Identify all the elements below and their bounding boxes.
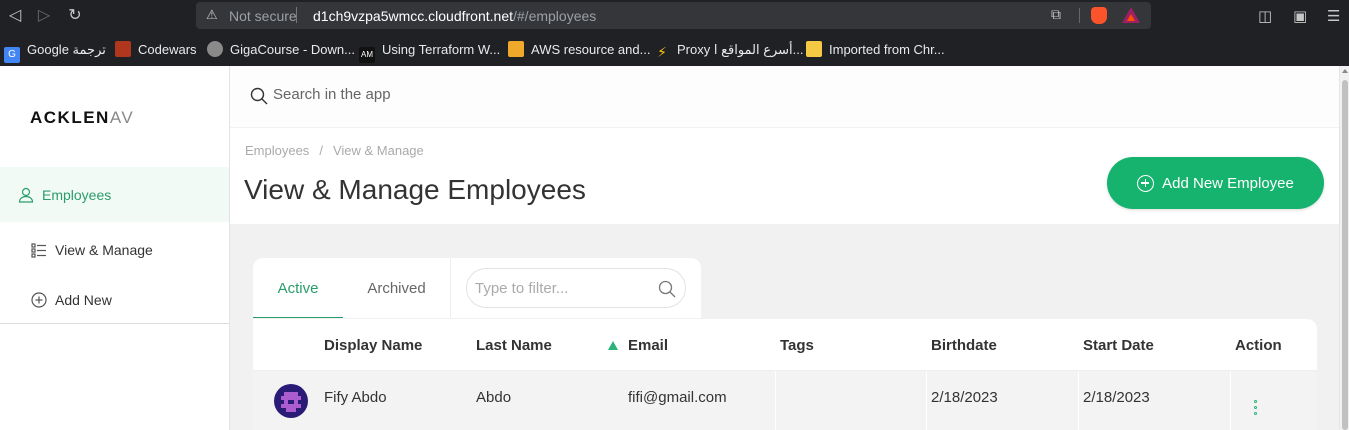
address-bar[interactable]: ⚠ Not secure d1ch9vzpa5wmcc.cloudfront.n… [196, 2, 1151, 29]
table-header: Display Name Last Name Email Tags Birthd… [253, 319, 1317, 371]
breadcrumb-current: View & Manage [332, 143, 424, 158]
back-icon[interactable]: ◁ [5, 6, 25, 26]
am-icon: AM [359, 47, 375, 63]
column-divider [775, 371, 776, 430]
bookmarks-bar: G Google ترجمة Codewars GigaCourse - Down… [0, 33, 1349, 66]
menu-icon[interactable]: ☰ [1327, 7, 1340, 25]
list-icon [30, 241, 48, 259]
warning-icon: ⚠ [206, 7, 218, 22]
sidebar-item-employees[interactable]: Employees [0, 167, 229, 222]
url-text[interactable]: d1ch9vzpa5wmcc.cloudfront.net/#/employee… [313, 8, 596, 24]
tab-archived[interactable]: Archived [343, 258, 450, 318]
page-header: Search in the app Employees / View & Manag… [230, 66, 1339, 224]
add-new-employee-button[interactable]: Add New Employee [1107, 157, 1324, 209]
cell-email: fifi@gmail.com [628, 389, 727, 406]
app-root: ACKLENAV Employees View & Manage Add New [0, 66, 1349, 430]
codewars-icon [115, 41, 131, 57]
search-bar[interactable]: Search in the app [230, 66, 1339, 128]
column-header-action: Action [1235, 337, 1282, 354]
user-icon [17, 186, 35, 204]
lightning-icon: ⚡ [657, 44, 667, 60]
sort-asc-icon[interactable] [608, 341, 618, 350]
search-icon [658, 280, 676, 303]
filter-input[interactable]: Type to filter... [466, 268, 686, 308]
column-header-birthdate[interactable]: Birthdate [931, 337, 997, 354]
table-row[interactable]: Fify Abdo Abdo fifi@gmail.com 2/18/2023 … [253, 371, 1317, 430]
scroll-thumb[interactable] [1342, 80, 1348, 430]
folder-icon [806, 41, 822, 57]
bookmark-google-translate[interactable]: G Google ترجمة [4, 41, 106, 63]
tabs-card: Active Archived Type to filter... [253, 258, 701, 318]
column-divider [926, 371, 927, 430]
bookmark-codewars[interactable]: Codewars [115, 41, 197, 59]
column-header-tags[interactable]: Tags [780, 337, 814, 354]
column-divider [1078, 371, 1079, 430]
aws-cube-icon [508, 41, 524, 57]
sidebar-item-view-manage[interactable]: View & Manage [0, 222, 229, 277]
bookmark-gigacourse[interactable]: GigaCourse - Down... [207, 41, 355, 59]
share-icon[interactable]: ⧉ [1051, 6, 1061, 23]
column-header-email[interactable]: Email [628, 337, 668, 354]
wallet-icon[interactable]: ▣ [1293, 7, 1307, 25]
breadcrumb: Employees / View & Manage [245, 143, 424, 158]
avatar [274, 384, 308, 418]
brave-rewards-icon[interactable] [1122, 7, 1140, 23]
urlbar-divider [1079, 8, 1080, 23]
tab-separator [450, 258, 451, 318]
cell-last-name: Abdo [476, 389, 512, 406]
search-icon [250, 87, 268, 110]
scroll-up-icon[interactable] [1342, 69, 1348, 73]
sidebar-item-label: Employees [42, 186, 112, 203]
sidebar-item-label: View & Manage [55, 241, 153, 258]
employees-table: Display Name Last Name Email Tags Birthd… [253, 319, 1317, 430]
column-divider [1230, 371, 1231, 430]
column-header-last-name[interactable]: Last Name [476, 337, 552, 354]
gigacourse-icon [207, 41, 223, 57]
sidebar-toggle-icon[interactable]: ◫ [1258, 7, 1272, 25]
row-actions-icon[interactable] [1254, 400, 1258, 415]
breadcrumb-root[interactable]: Employees [245, 143, 309, 158]
acklen-logo[interactable]: ACKLENAV [30, 108, 134, 128]
not-secure-label: Not secure [229, 8, 297, 24]
bookmark-proxy[interactable]: ⚡ Proxy أسرع المواقع ا... [654, 41, 803, 60]
sidebar: ACKLENAV Employees View & Manage Add New [0, 66, 230, 430]
brave-shield-icon[interactable] [1091, 7, 1107, 24]
sidebar-item-label: Add New [55, 291, 112, 308]
reload-icon[interactable]: ↻ [65, 6, 85, 26]
scrollbar[interactable] [1339, 66, 1349, 430]
sidebar-divider [0, 323, 229, 324]
bookmark-aws[interactable]: AWS resource and... [508, 41, 650, 59]
forward-icon[interactable]: ▷ [34, 6, 54, 26]
tab-active[interactable]: Active [253, 258, 343, 318]
column-header-start-date[interactable]: Start Date [1083, 337, 1154, 354]
column-header-display-name[interactable]: Display Name [324, 337, 422, 354]
url-separator [296, 7, 297, 23]
cell-start-date: 2/18/2023 [1083, 389, 1150, 406]
bookmark-imported[interactable]: Imported from Chr... [806, 41, 945, 59]
cell-display-name: Fify Abdo [324, 389, 387, 406]
browser-toolbar: ◁ ▷ ↻ ⚠ Not secure d1ch9vzpa5wmcc.cloudf… [0, 0, 1349, 33]
sidebar-item-add-new[interactable]: Add New [0, 272, 229, 327]
google-translate-icon: G [4, 47, 20, 63]
plus-circle-icon [30, 291, 48, 309]
cell-birthdate: 2/18/2023 [931, 389, 998, 406]
plus-circle-icon [1137, 174, 1155, 192]
page-title: View & Manage Employees [244, 174, 586, 205]
bookmark-terraform[interactable]: AM Using Terraform W... [359, 41, 500, 63]
search-input[interactable]: Search in the app [273, 86, 391, 103]
